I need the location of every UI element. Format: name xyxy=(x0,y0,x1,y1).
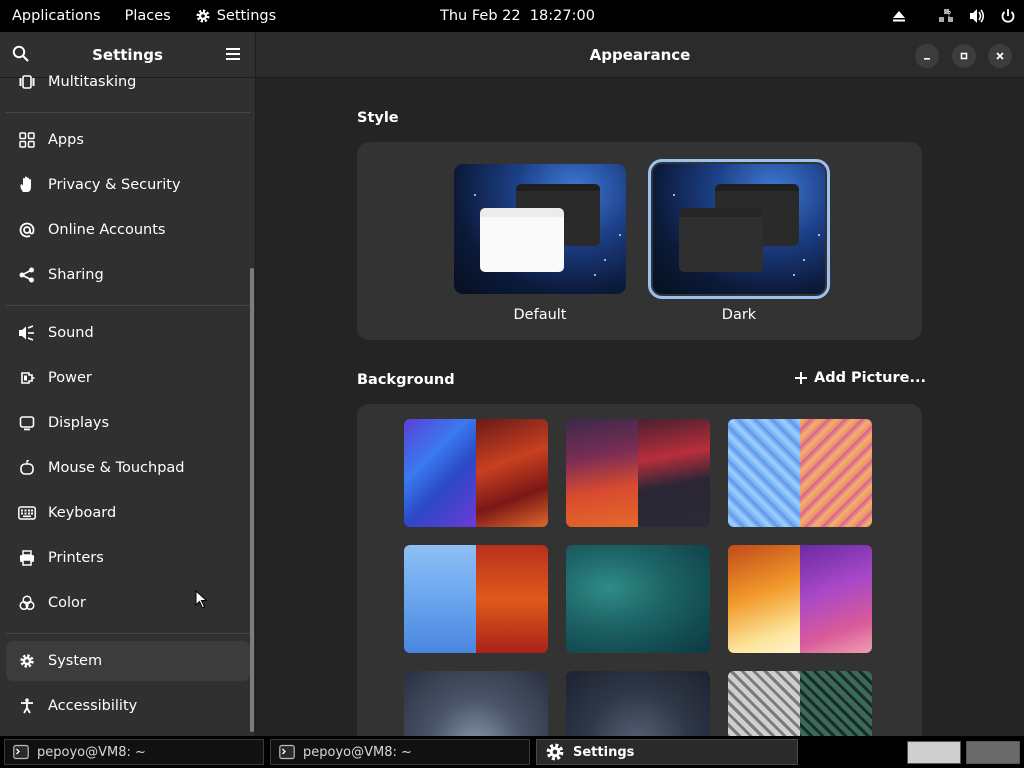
sidebar-separator xyxy=(6,633,250,634)
terminal-icon xyxy=(279,744,295,760)
gear-icon xyxy=(195,8,211,24)
sidebar-item-color[interactable]: Color xyxy=(6,583,250,623)
network-icon[interactable]: ? xyxy=(938,8,954,24)
taskbar-item-terminal-2[interactable]: pepoyo@VM8: ~ xyxy=(270,739,530,765)
places-menu[interactable]: Places xyxy=(113,0,183,32)
sidebar-item-printers[interactable]: Printers xyxy=(6,538,250,578)
system-tray: ? xyxy=(892,0,1016,32)
style-label-default: Default xyxy=(513,307,567,323)
style-section-title: Style xyxy=(357,110,399,126)
background-thumbnail[interactable] xyxy=(404,419,548,527)
maximize-icon xyxy=(960,52,968,60)
settings-app-menu[interactable]: Settings xyxy=(183,0,288,32)
sidebar-item-power[interactable]: Power xyxy=(6,358,250,398)
multitasking-icon xyxy=(18,73,36,91)
at-icon xyxy=(18,221,36,239)
mouse-cursor-icon xyxy=(195,590,208,609)
background-thumbnail[interactable] xyxy=(728,419,872,527)
taskbar-item-terminal-1[interactable]: pepoyo@VM8: ~ xyxy=(4,739,264,765)
workspace-1[interactable] xyxy=(907,741,961,764)
background-section-title: Background xyxy=(357,372,455,388)
style-option-default[interactable] xyxy=(454,164,626,294)
background-thumbnail[interactable] xyxy=(728,545,872,653)
style-card: Default Dark xyxy=(357,142,922,340)
eject-icon[interactable] xyxy=(892,9,906,23)
add-picture-button[interactable]: Add Picture... xyxy=(794,370,926,386)
workspace-2[interactable] xyxy=(966,741,1020,764)
battery-icon xyxy=(18,369,36,387)
sidebar-item-sharing[interactable]: Sharing xyxy=(6,255,250,295)
sidebar-item-mouse-touchpad[interactable]: Mouse & Touchpad xyxy=(6,448,250,488)
minimize-icon xyxy=(924,58,930,60)
sidebar-item-keyboard[interactable]: Keyboard xyxy=(6,493,250,533)
sidebar-title: Settings xyxy=(92,45,163,64)
plus-icon xyxy=(794,371,808,385)
display-icon xyxy=(18,414,36,432)
background-gallery xyxy=(357,404,922,744)
style-option-dark[interactable] xyxy=(648,159,830,299)
gear-icon xyxy=(18,652,36,670)
sidebar-item-multitasking[interactable]: Multitasking xyxy=(6,62,250,102)
applications-menu[interactable]: Applications xyxy=(0,0,113,32)
maximize-button[interactable] xyxy=(952,44,976,68)
settings-sidebar: Settings Multitasking Apps Privacy & Sec… xyxy=(0,32,256,736)
sidebar-separator xyxy=(6,112,250,113)
volume-icon[interactable] xyxy=(968,8,986,24)
minimize-button[interactable] xyxy=(915,44,939,68)
close-icon xyxy=(996,52,1004,60)
sidebar-separator xyxy=(6,305,250,306)
background-thumbnail[interactable] xyxy=(404,545,548,653)
mouse-icon xyxy=(18,459,36,477)
page-title: Appearance xyxy=(589,45,691,64)
power-icon[interactable] xyxy=(1000,8,1016,24)
style-preview-dark xyxy=(653,164,825,294)
sidebar-item-privacy-security[interactable]: Privacy & Security xyxy=(6,165,250,205)
top-bar: Applications Places Settings Thu Feb 22 … xyxy=(0,0,1024,32)
speaker-icon xyxy=(18,324,36,342)
background-thumbnail[interactable] xyxy=(566,671,710,744)
close-button[interactable] xyxy=(988,44,1012,68)
taskbar: pepoyo@VM8: ~ pepoyo@VM8: ~ Settings xyxy=(0,736,1024,768)
terminal-icon xyxy=(13,744,29,760)
appearance-panel: Appearance Style Default Dark Background… xyxy=(256,32,1024,744)
accessibility-icon xyxy=(18,697,36,715)
background-thumbnail[interactable] xyxy=(728,671,872,744)
clock[interactable]: Thu Feb 22 18:27:00 xyxy=(440,0,595,32)
color-icon xyxy=(18,594,36,612)
keyboard-icon xyxy=(18,504,36,522)
style-label-dark: Dark xyxy=(721,307,757,323)
gear-icon xyxy=(545,742,565,762)
sidebar-item-accessibility[interactable]: Accessibility xyxy=(6,686,250,726)
sidebar-item-online-accounts[interactable]: Online Accounts xyxy=(6,210,250,250)
apps-icon xyxy=(18,131,36,149)
printer-icon xyxy=(18,549,36,567)
sidebar-item-sound[interactable]: Sound xyxy=(6,313,250,353)
svg-text:?: ? xyxy=(947,10,951,19)
share-icon xyxy=(18,266,36,284)
sidebar-item-displays[interactable]: Displays xyxy=(6,403,250,443)
style-preview-default xyxy=(454,164,626,294)
background-thumbnail[interactable] xyxy=(404,671,548,744)
hand-icon xyxy=(18,176,36,194)
sidebar-item-apps[interactable]: Apps xyxy=(6,120,250,160)
taskbar-item-settings[interactable]: Settings xyxy=(536,739,798,765)
main-header: Appearance xyxy=(256,32,1024,78)
sidebar-item-system[interactable]: System xyxy=(6,641,250,681)
sidebar-scrollbar[interactable] xyxy=(250,268,254,732)
background-thumbnail[interactable] xyxy=(566,419,710,527)
background-thumbnail[interactable] xyxy=(566,545,710,653)
